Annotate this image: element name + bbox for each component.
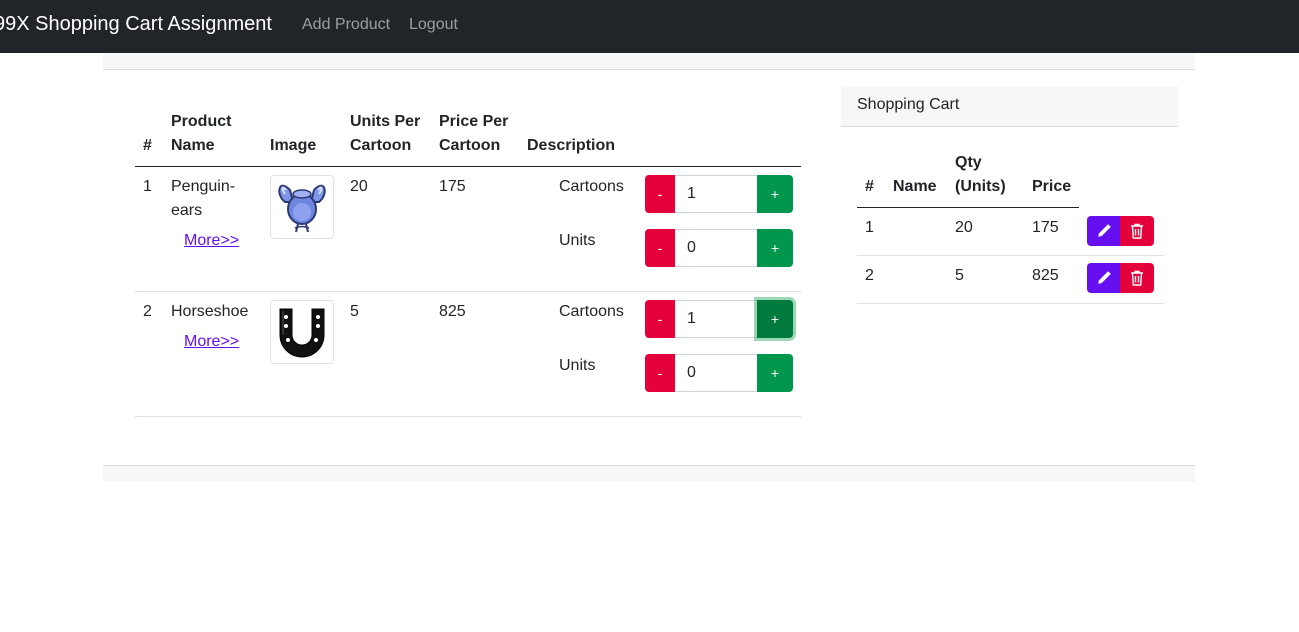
units-increment-button[interactable]: +	[757, 229, 793, 267]
cartoons-decrement-button[interactable]: -	[645, 300, 675, 338]
cart-row-price: 175	[1032, 219, 1059, 236]
units-decrement-button[interactable]: -	[645, 229, 675, 267]
units-quantity-input[interactable]	[675, 229, 757, 267]
main-card-header	[103, 53, 1195, 70]
cart-row-qty: 20	[955, 219, 973, 236]
pencil-icon	[1097, 271, 1111, 284]
main-card-footer	[103, 465, 1195, 482]
cart-row-index: 1	[865, 219, 874, 236]
cart-row-index: 2	[865, 267, 874, 284]
col-header-index: #	[143, 137, 152, 154]
cart-row-divider	[857, 303, 1164, 304]
col-header-description: Description	[527, 137, 616, 154]
units-label: Units	[559, 232, 596, 249]
col-header-units-1: Units Per	[350, 113, 421, 130]
product-name: Penguin-	[171, 178, 236, 195]
delete-cart-item-button[interactable]	[1120, 216, 1154, 246]
cart-col-qty-1: Qty	[955, 154, 982, 171]
cartoons-increment-button[interactable]: +	[757, 300, 793, 338]
cartoons-quantity-input[interactable]	[675, 175, 757, 213]
units-increment-button[interactable]: +	[757, 354, 793, 392]
cartoons-increment-button[interactable]: +	[757, 175, 793, 213]
col-header-product-name-1: Product	[171, 113, 232, 130]
cart-col-name: Name	[893, 178, 937, 195]
units-per-cartoon: 20	[350, 178, 368, 195]
shopping-cart-title: Shopping Cart	[857, 96, 960, 113]
cart-header-divider	[857, 207, 1079, 208]
col-header-image: Image	[270, 137, 317, 154]
more-link[interactable]: More>>	[184, 333, 239, 351]
trash-icon	[1131, 270, 1143, 286]
cart-col-index: #	[865, 178, 874, 195]
cart-row-divider	[857, 255, 1164, 256]
col-header-price-2: Cartoon	[439, 137, 501, 154]
cart-row-price: 825	[1032, 267, 1059, 284]
bunny-ears-costume-icon[interactable]	[270, 175, 334, 239]
units-quantity-input[interactable]	[675, 354, 757, 392]
top-navbar: 99X Shopping Cart Assignment Add Product…	[0, 0, 1299, 53]
units-decrement-button[interactable]: -	[645, 354, 675, 392]
product-name-cont: ears	[171, 202, 203, 219]
row-index: 2	[143, 303, 152, 320]
product-name: Horseshoe	[171, 303, 249, 320]
cartoons-decrement-button[interactable]: -	[645, 175, 675, 213]
edit-cart-item-button[interactable]	[1087, 216, 1120, 246]
nav-logout-link[interactable]: Logout	[409, 16, 458, 34]
brand-title[interactable]: 99X Shopping Cart Assignment	[0, 13, 272, 36]
price-per-cartoon: 825	[439, 303, 466, 320]
cart-col-qty-2: (Units)	[955, 178, 1006, 195]
cartoons-label: Cartoons	[559, 303, 624, 320]
pencil-icon	[1097, 224, 1111, 237]
units-label: Units	[559, 357, 596, 374]
col-header-product-name-2: Name	[171, 137, 215, 154]
trash-icon	[1131, 223, 1143, 239]
cartoons-quantity-input[interactable]	[675, 300, 757, 338]
edit-cart-item-button[interactable]	[1087, 263, 1120, 293]
price-per-cartoon: 175	[439, 178, 466, 195]
row-index: 1	[143, 178, 152, 195]
cart-row-qty: 5	[955, 267, 964, 284]
nav-add-product-link[interactable]: Add Product	[302, 16, 390, 34]
delete-cart-item-button[interactable]	[1120, 263, 1154, 293]
more-link[interactable]: More>>	[184, 232, 239, 250]
col-header-price-1: Price Per	[439, 113, 509, 130]
cart-col-price: Price	[1032, 178, 1072, 195]
units-per-cartoon: 5	[350, 303, 359, 320]
col-header-units-2: Cartoon	[350, 137, 412, 154]
shopping-cart-header: Shopping Cart	[841, 86, 1178, 127]
row-divider	[135, 416, 801, 417]
cartoons-label: Cartoons	[559, 178, 624, 195]
horseshoe-icon[interactable]	[270, 300, 334, 364]
header-divider	[135, 166, 801, 167]
row-divider	[135, 291, 801, 292]
